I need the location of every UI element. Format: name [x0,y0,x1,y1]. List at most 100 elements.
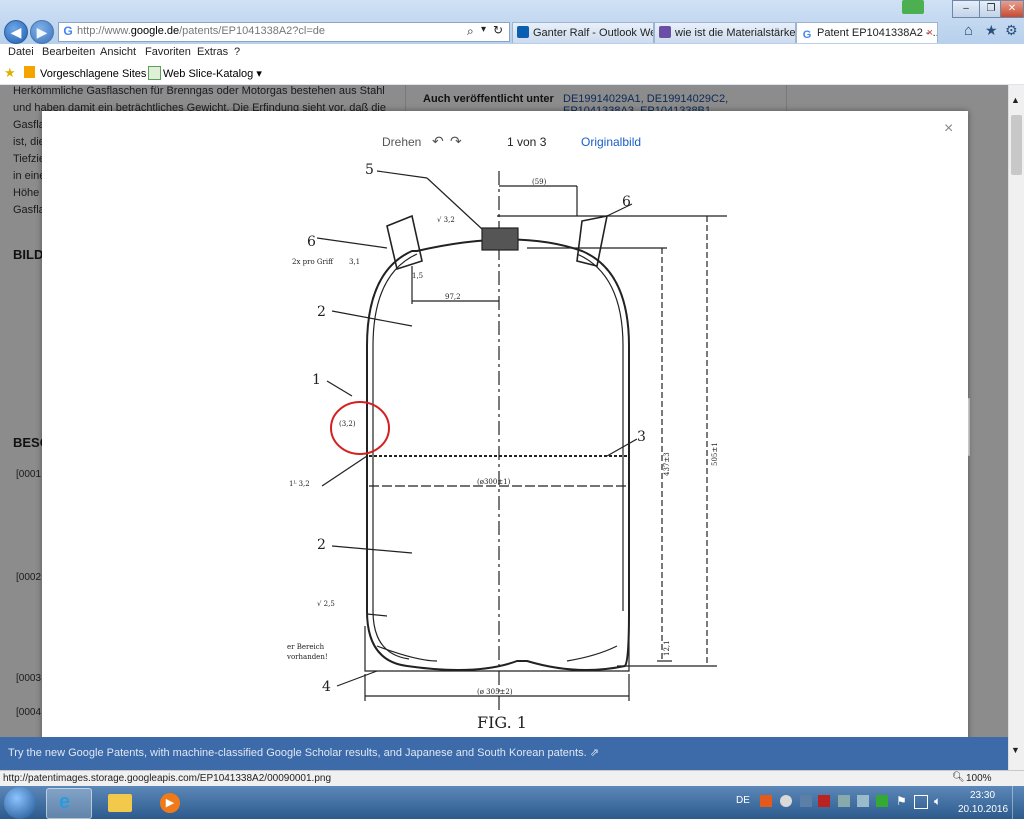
browser-titlebar: ◀ ▶ G http://www.google.de/patents/EP104… [0,0,1024,44]
tray-app-icon[interactable] [876,795,888,807]
dim-12: 12,1 [663,640,671,656]
dim-dia305: (ø 305±2) [477,688,513,696]
zoom-icon[interactable]: 🔍︎ [952,772,965,783]
dim-dia300: (ø300±1) [477,478,511,486]
dim-31: 3,1 [349,258,360,266]
favorites-bar: ★ Vorgeschlagene Sites ▾ Web Slice-Katal… [0,62,1024,85]
explorer-taskbar-button[interactable] [98,788,142,817]
menu-favoriten[interactable]: Favoriten [145,46,191,58]
menu-bar: Datei Bearbeiten Ansicht Favoriten Extra… [0,44,1024,62]
menu-datei[interactable]: Datei [8,46,34,58]
label-2-bottom: 2 [317,537,326,553]
outlook-icon [517,26,529,38]
web-slice-icon [148,66,161,80]
tray-app-icon[interactable] [800,795,812,807]
promo-banner-text[interactable]: Try the new Google Patents, with machine… [0,747,599,759]
leader-line [366,613,388,617]
leader-line [331,310,413,327]
dim-15: 1,5 [412,272,423,280]
suggested-sites-link[interactable]: Vorgeschlagene Sites ▾ [40,67,155,80]
scroll-up-icon[interactable]: ▲ [1011,95,1020,105]
highlight-circle [330,401,390,455]
scroll-down-icon[interactable]: ▼ [1011,745,1020,755]
settings-gear-icon[interactable]: ⚙ [1005,22,1018,39]
tray-app-icon[interactable] [838,795,850,807]
scroll-thumb[interactable] [1011,115,1022,175]
minimize-button[interactable]: – [952,0,980,18]
original-image-link[interactable]: Originalbild [581,135,641,149]
back-button[interactable]: ◀ [4,20,28,44]
page-icon [659,26,671,38]
leader-line [606,438,638,457]
media-player-icon: ▶ [160,793,180,813]
tray-app-icon[interactable] [857,795,869,807]
leader-line [331,545,413,554]
google-favicon-icon: G [801,29,813,41]
figure-caption: FIG. 1 [477,713,527,732]
language-indicator[interactable]: DE [736,795,750,806]
forward-button[interactable]: ▶ [30,20,54,44]
web-slice-link[interactable]: Web Slice-Katalog ▾ [163,67,262,80]
tab-label: Ganter Ralf - Outlook Web... [533,27,653,39]
tab-label: Patent EP1041338A2 - ... [817,27,938,39]
leader-line [316,237,388,249]
leader-line [326,380,353,397]
rotate-left-icon[interactable]: ↶ [432,133,444,150]
start-button[interactable] [4,787,36,819]
favorites-star-icon[interactable]: ★ [985,22,998,39]
menu-help[interactable]: ? [234,46,240,58]
label-5: 5 [365,162,374,178]
refresh-icon[interactable]: ↻ [493,23,503,37]
label-1: 1 [312,372,321,388]
dim-r32: √ 3,2 [437,216,455,224]
wall-thickness-label: (3,2) [339,420,356,428]
promo-banner[interactable]: Try the new Google Patents, with machine… [0,737,1008,770]
clock-date[interactable]: 20.10.2016 [958,804,1008,815]
tab-patent[interactable]: G Patent EP1041338A2 - ... × [796,22,938,43]
dimension-labels: (59) √ 3,2 2x pro Griff 3,1 1,5 97,2 (3,… [286,178,719,696]
tab-materialstaerke[interactable]: wie ist die Materialstärke v... [654,22,796,43]
zoom-level[interactable]: 100% [966,773,992,784]
cylinder-outline [366,238,630,671]
image-lightbox: Drehen ↶ ↷ 1 von 3 Originalbild × 5 6 6 … [42,111,968,741]
patent-drawing: 5 6 6 2 2 1 3 4 (59) √ 3,2 2x pro Griff … [286,162,727,732]
leader-line [321,455,368,487]
dim-97: 97,2 [445,293,461,301]
home-icon[interactable]: ⌂ [964,22,973,39]
dim-tl32: 1ᴸ 3,2 [289,480,310,488]
menu-bearbeiten[interactable]: Bearbeiten [42,46,95,58]
close-tab-icon[interactable]: × [927,23,933,43]
page-counter: 1 von 3 [507,135,547,149]
menu-ansicht[interactable]: Ansicht [100,46,136,58]
favorites-star-icon[interactable]: ★ [4,65,16,81]
show-desktop-button[interactable] [1012,786,1024,819]
page-scrollbar[interactable]: ▲ ▼ [1008,85,1024,770]
network-icon[interactable] [914,795,928,809]
update-icon[interactable] [902,0,924,14]
top-valve-fitting [481,227,519,251]
tray-app-icon[interactable] [818,795,830,807]
close-icon[interactable]: × [944,120,953,138]
close-window-button[interactable]: ✕ [1000,0,1024,18]
media-player-taskbar-button[interactable]: ▶ [148,788,192,817]
label-6-right: 6 [622,194,631,210]
rotate-right-icon[interactable]: ↷ [450,133,462,150]
flag-icon[interactable]: ⚑ [896,794,907,808]
tab-outlook[interactable]: Ganter Ralf - Outlook Web... [512,22,654,43]
ie-taskbar-button[interactable]: e [46,788,92,819]
dropdown-icon[interactable]: ▾ [481,24,486,35]
clock-time[interactable]: 23:30 [970,790,995,801]
note-bereich: er Bereich [287,643,325,651]
rotate-label: Drehen [382,135,422,149]
menu-extras[interactable]: Extras [197,46,228,58]
search-icon[interactable]: ⌕ [467,24,474,39]
google-favicon-icon: G [63,24,73,38]
label-2-top: 2 [317,304,326,320]
tray-app-icon[interactable] [760,795,772,807]
address-bar[interactable]: G http://www.google.de/patents/EP1041338… [58,22,510,42]
volume-icon[interactable]: 🔈︎ [934,794,941,809]
foot-ring [364,626,630,672]
leader-line [376,170,428,179]
grip-note: 2x pro Griff [292,258,334,266]
tray-app-icon[interactable] [780,795,792,807]
